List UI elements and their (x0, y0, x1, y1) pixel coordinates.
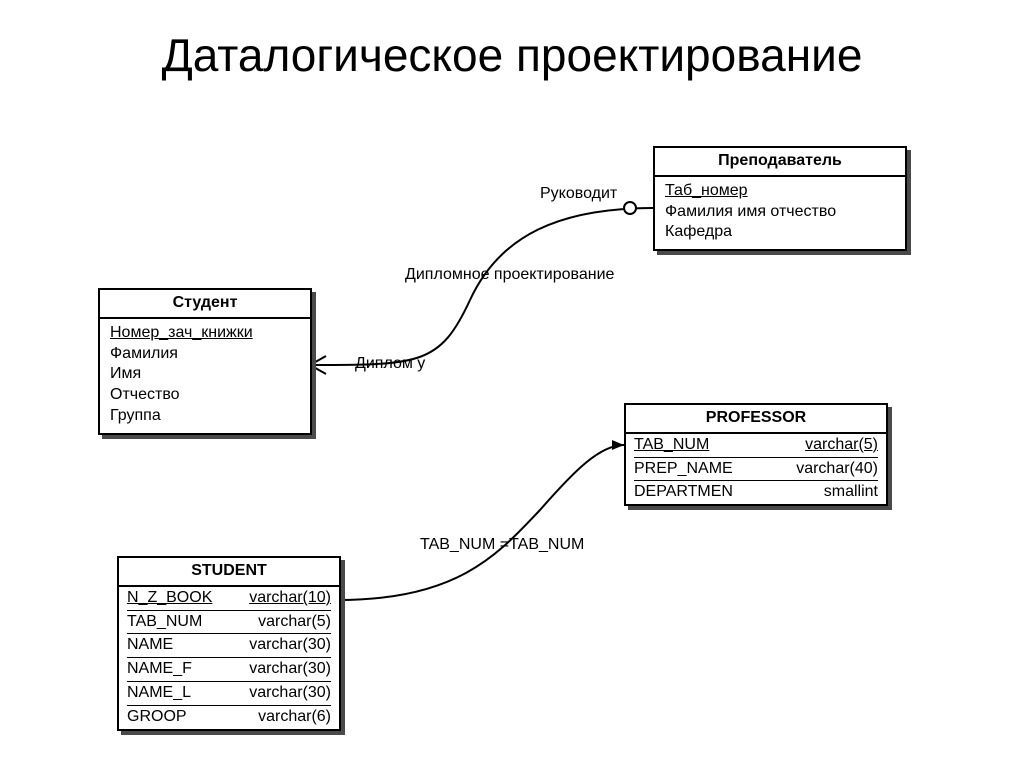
table-student: STUDENT N_Z_BOOKvarchar(10) TAB_NUMvarch… (117, 556, 341, 731)
attr: Фамилия (110, 344, 300, 365)
relation-label-diploma-at: Диплом у (355, 355, 425, 373)
attr: Кафедра (665, 222, 895, 243)
attr: Фамилия имя отчество (665, 202, 895, 223)
table-student-body: N_Z_BOOKvarchar(10) TAB_NUMvarchar(5) NA… (119, 587, 339, 729)
entity-teacher-title: Преподаватель (655, 148, 905, 177)
entity-student-body: Номер_зач_книжки Фамилия Имя Отчество Гр… (100, 319, 310, 433)
table-professor-title: PROFESSOR (626, 405, 886, 434)
entity-student-title: Студент (100, 290, 310, 319)
relation-label-guides: Руководит (540, 185, 617, 203)
attr: Отчество (110, 385, 300, 406)
attr: Таб_номер (665, 181, 895, 202)
table-student-title: STUDENT (119, 558, 339, 587)
attr: Имя (110, 364, 300, 385)
relation-label-fk-join: TAB_NUM =TAB_NUM (420, 536, 584, 554)
relation-label-diploma-design: Дипломное проектирование (405, 266, 614, 284)
attr: Номер_зач_книжки (110, 323, 300, 344)
table-professor-body: TAB_NUMvarchar(5) PREP_NAMEvarchar(40) D… (626, 434, 886, 504)
attr: Группа (110, 406, 300, 427)
entity-teacher: Преподаватель Таб_номер Фамилия имя отче… (653, 146, 907, 251)
diagram-canvas: Преподаватель Таб_номер Фамилия имя отче… (0, 0, 1024, 767)
entity-student: Студент Номер_зач_книжки Фамилия Имя Отч… (98, 288, 312, 435)
table-professor: PROFESSOR TAB_NUMvarchar(5) PREP_NAMEvar… (624, 403, 888, 506)
entity-teacher-body: Таб_номер Фамилия имя отчество Кафедра (655, 177, 905, 249)
